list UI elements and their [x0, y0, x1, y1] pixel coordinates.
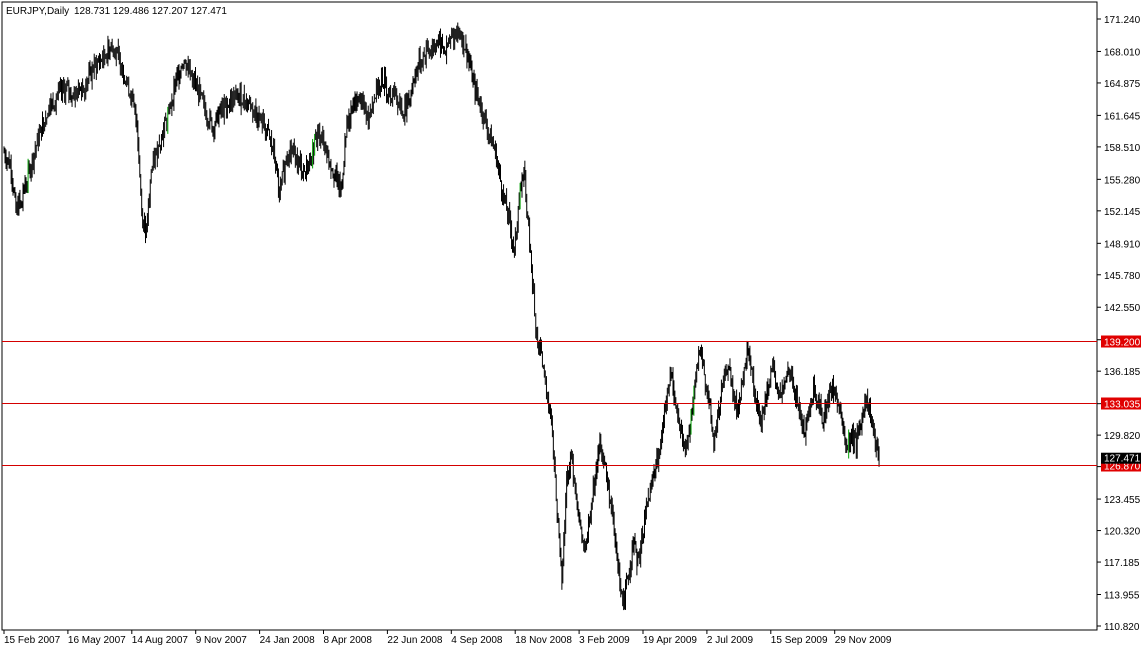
level-label: 133.035: [1104, 400, 1141, 411]
x-tick-label: 19 Apr 2009: [643, 635, 697, 646]
y-tick-label: 129.820: [1104, 431, 1141, 442]
y-tick-label: 142.550: [1104, 303, 1141, 314]
y-tick-label: 158.510: [1104, 143, 1141, 154]
y-tick-label: 164.875: [1104, 79, 1141, 90]
ohlc-readout: 128.731 129.486 127.207 127.471: [74, 6, 227, 17]
y-tick-label: 145.780: [1104, 271, 1141, 282]
x-tick-label: 9 Nov 2007: [196, 635, 248, 646]
x-tick-label: 2 Jul 2009: [707, 635, 754, 646]
x-tick-label: 8 Apr 2008: [324, 635, 373, 646]
x-tick-label: 15 Feb 2007: [4, 635, 61, 646]
x-tick-label: 24 Jan 2008: [260, 635, 315, 646]
x-tick-label: 29 Nov 2009: [835, 635, 892, 646]
x-tick-label: 3 Feb 2009: [579, 635, 630, 646]
current-price-label: 127.471: [1104, 454, 1141, 465]
y-tick-label: 148.910: [1104, 239, 1141, 250]
y-tick-label: 161.645: [1104, 111, 1141, 122]
chart-background: [0, 0, 1142, 651]
x-tick-label: 16 May 2007: [68, 635, 126, 646]
y-tick-label: 152.145: [1104, 207, 1141, 218]
y-tick-label: 113.955: [1104, 591, 1140, 602]
x-tick-label: 15 Sep 2009: [771, 635, 828, 646]
y-tick-label: 117.185: [1104, 558, 1140, 569]
symbol-label: EURJPY,Daily: [6, 6, 69, 17]
x-tick-label: 4 Sep 2008: [451, 635, 503, 646]
y-tick-label: 155.280: [1104, 175, 1141, 186]
chart-canvas: EURJPY,Daily 128.731 129.486 127.207 127…: [0, 0, 1142, 651]
y-tick-label: 171.240: [1104, 15, 1141, 26]
y-tick-label: 168.010: [1104, 47, 1141, 58]
x-tick-label: 22 Jun 2008: [387, 635, 442, 646]
price-chart: EURJPY,Daily 128.731 129.486 127.207 127…: [0, 0, 1142, 651]
y-tick-label: 120.320: [1104, 527, 1141, 538]
level-label: 139.200: [1104, 338, 1141, 349]
y-tick-label: 110.820: [1104, 622, 1140, 633]
x-tick-label: 14 Aug 2007: [132, 635, 189, 646]
y-tick-label: 136.185: [1104, 367, 1141, 378]
x-tick-label: 18 Nov 2008: [515, 635, 572, 646]
y-tick-label: 123.455: [1104, 495, 1141, 506]
